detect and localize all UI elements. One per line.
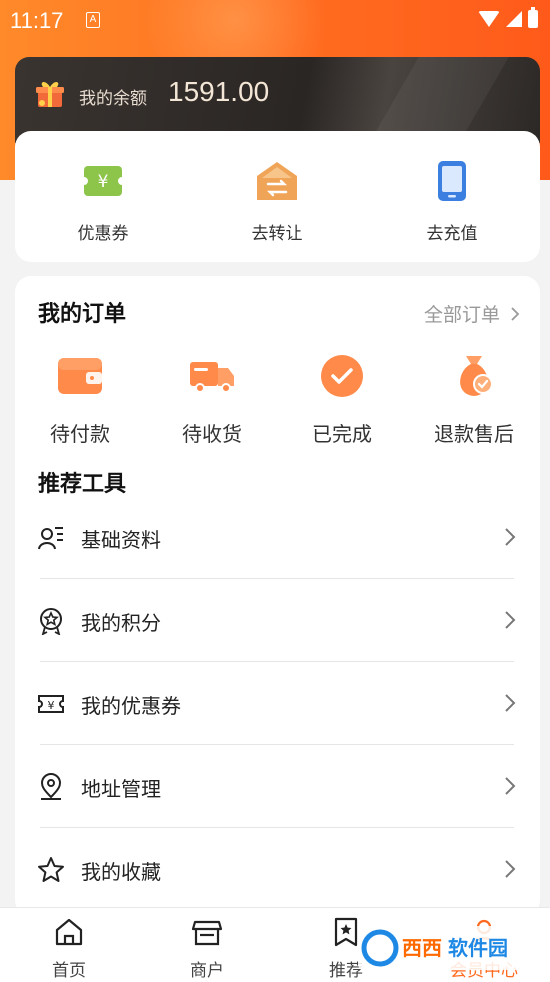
chevron-right-icon (505, 611, 516, 629)
svg-text:软件园: 软件园 (448, 936, 508, 960)
profile-card-icon (38, 527, 63, 550)
check-circle-icon (321, 355, 363, 397)
truck-icon (190, 362, 234, 393)
menu-basic-info-label: 基础资料 (81, 528, 161, 552)
order-pending-receipt[interactable]: 待收货 (157, 352, 267, 447)
orders-card: 我的订单 全部订单 待付款 待收货 已完成 退款售后 推荐工具 基础资料 我的积… (15, 276, 540, 916)
recharge-button[interactable]: 去充值 (392, 159, 512, 244)
order-completed-label: 已完成 (312, 422, 372, 446)
coupon-icon: ¥ (80, 166, 126, 196)
watermark-logo: 西西 软件园 (358, 926, 534, 970)
divider (40, 744, 514, 745)
shop-icon (191, 920, 223, 946)
chevron-right-icon (511, 307, 520, 321)
ticket-yen-icon: ¥ (38, 695, 64, 713)
nav-merchant-label: 商户 (190, 961, 224, 981)
transfer-label: 去转让 (251, 224, 303, 244)
nav-home[interactable]: 首页 (29, 916, 109, 981)
order-refund-label: 退款售后 (434, 422, 514, 446)
coupon-button[interactable]: ¥ 优惠券 (43, 159, 163, 244)
star-icon (38, 857, 64, 882)
divider (40, 827, 514, 828)
location-pin-icon (40, 773, 62, 800)
status-bar: 11:17 A (0, 0, 550, 42)
phone-icon (438, 161, 466, 201)
badge-star-icon (40, 608, 62, 635)
wifi-icon (478, 11, 500, 27)
order-completed[interactable]: 已完成 (287, 352, 397, 447)
svg-text:¥: ¥ (98, 172, 109, 192)
gift-icon (36, 82, 64, 107)
all-orders-link[interactable]: 全部订单 (424, 300, 520, 327)
status-time: 11:17 (10, 8, 64, 33)
menu-points-label: 我的积分 (81, 611, 161, 635)
order-pending-payment-label: 待付款 (50, 422, 110, 446)
menu-favorites[interactable]: 我的收藏 (37, 834, 517, 916)
status-icons (478, 7, 538, 28)
coupon-label: 优惠券 (77, 224, 129, 244)
notification-icon: A (86, 12, 100, 28)
order-refund[interactable]: 退款售后 (419, 352, 529, 447)
recharge-label: 去充值 (426, 224, 478, 244)
divider (40, 661, 514, 662)
money-bag-icon (460, 356, 493, 396)
chevron-right-icon (505, 777, 516, 795)
battery-icon (528, 7, 538, 28)
menu-address[interactable]: 地址管理 (37, 751, 517, 833)
order-pending-payment[interactable]: 待付款 (25, 352, 135, 447)
order-pending-receipt-label: 待收货 (182, 422, 242, 446)
chevron-right-icon (505, 860, 516, 878)
chevron-right-icon (505, 528, 516, 546)
menu-favorites-label: 我的收藏 (81, 860, 161, 884)
menu-basic-info[interactable]: 基础资料 (37, 502, 517, 584)
svg-text:¥: ¥ (48, 699, 55, 712)
quick-actions-card: ¥ 优惠券 去转让 去充值 (15, 131, 540, 262)
svg-text:西西: 西西 (402, 936, 442, 960)
menu-my-coupons[interactable]: ¥ 我的优惠券 (37, 668, 517, 750)
balance-label: 我的余额 (79, 89, 147, 109)
menu-address-label: 地址管理 (81, 777, 161, 801)
divider (40, 578, 514, 579)
transfer-button[interactable]: 去转让 (217, 159, 337, 244)
transfer-house-icon (257, 162, 297, 200)
home-icon (55, 918, 83, 946)
all-orders-label: 全部订单 (423, 304, 500, 326)
nav-merchant[interactable]: 商户 (167, 916, 247, 981)
chevron-right-icon (505, 694, 516, 712)
wallet-icon (58, 358, 102, 394)
menu-my-coupons-label: 我的优惠券 (81, 694, 181, 718)
nav-home-label: 首页 (52, 961, 86, 981)
signal-icon (506, 11, 522, 27)
menu-points[interactable]: 我的积分 (37, 585, 517, 667)
orders-title: 我的订单 (38, 302, 127, 327)
balance-value: 1591.00 (168, 76, 270, 107)
tools-title: 推荐工具 (38, 472, 127, 497)
